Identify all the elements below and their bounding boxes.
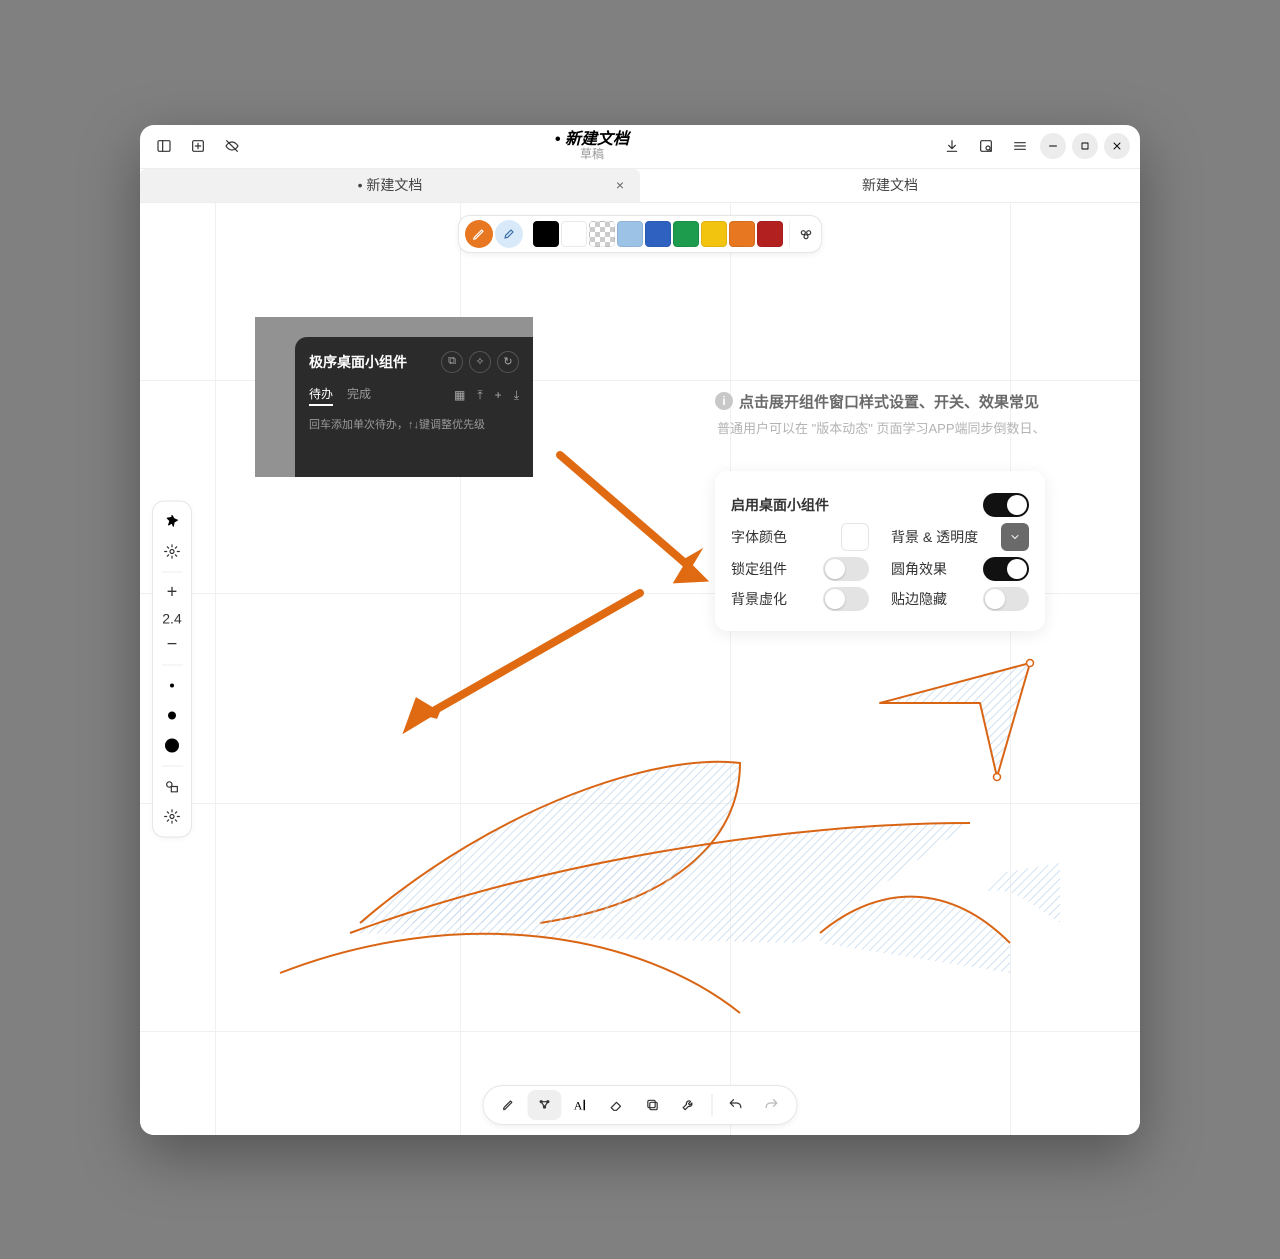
zoom-value: 2.4 [162, 608, 181, 628]
select-tool-button[interactable] [528, 1090, 562, 1120]
background-label: 背景 & 透明度 [891, 527, 978, 547]
app-window: 新建文档 草稿 • 新建文档 [140, 125, 1140, 1135]
stroke-size-large[interactable] [157, 731, 187, 759]
color-swatch-yellow[interactable] [701, 221, 727, 247]
widget-tab-pending: 待办 [309, 385, 333, 406]
color-toolbar [458, 215, 822, 253]
pin-button[interactable] [157, 507, 187, 535]
tab-document-1[interactable]: • 新建文档 × [140, 169, 640, 202]
pencil-tool-button[interactable] [465, 220, 493, 248]
round-toggle[interactable] [983, 557, 1029, 581]
stroke-size-small[interactable] [157, 671, 187, 699]
tab-label: • 新建文档 [358, 175, 423, 195]
settings-pin-button[interactable] [157, 537, 187, 565]
preview-button[interactable] [972, 132, 1000, 160]
grid-line [140, 1031, 1140, 1032]
color-swatch-orange[interactable] [729, 221, 755, 247]
pin-icon: ✧ [469, 351, 491, 373]
color-swatch-green[interactable] [673, 221, 699, 247]
eraser-tool-button[interactable] [600, 1090, 634, 1120]
lock-label: 锁定组件 [731, 559, 787, 579]
enable-widget-label: 启用桌面小组件 [731, 495, 829, 515]
undo-button[interactable] [719, 1090, 753, 1120]
enable-widget-toggle[interactable] [983, 493, 1029, 517]
settings-button[interactable] [157, 802, 187, 830]
upload-icon: ⤒ [477, 388, 482, 403]
calendar-icon: ▦ [454, 388, 465, 403]
shapes-button[interactable] [157, 772, 187, 800]
maximize-window-button[interactable] [1072, 133, 1098, 159]
title-bar: 新建文档 草稿 [140, 125, 1140, 169]
menu-button[interactable] [1006, 132, 1034, 160]
grid-line [215, 203, 216, 1135]
zoom-in-button[interactable]: + [157, 578, 187, 606]
panel-toggle-button[interactable] [150, 132, 178, 160]
highlighter-tool-button[interactable] [495, 220, 523, 248]
color-swatch-red[interactable] [757, 221, 783, 247]
info-icon: i [715, 392, 733, 410]
svg-text:A: A [574, 1098, 583, 1112]
document-title: 新建文档 [246, 131, 938, 149]
font-color-label: 字体颜色 [731, 527, 787, 547]
dockhide-toggle[interactable] [983, 587, 1029, 611]
bottom-toolbar: A [483, 1085, 798, 1125]
color-picker-button[interactable] [789, 221, 815, 247]
close-window-button[interactable] [1104, 133, 1130, 159]
grid-line [730, 203, 731, 1135]
widget-tab-done: 完成 [347, 385, 371, 406]
info-headline: 点击展开组件窗口样式设置、开关、效果常见 [739, 391, 1039, 412]
background-dropdown[interactable] [1001, 523, 1029, 551]
widget-card: 极序桌面小组件 ⧉ ✧ ↻ 待办 完成 ▦ ⤒ + ⤓ [295, 337, 533, 477]
info-banner: i 点击展开组件窗口样式设置、开关、效果常见 普通用户可以在 "版本动态" 页面… [715, 391, 1093, 437]
tab-document-2[interactable]: 新建文档 [640, 169, 1140, 202]
duplicate-button[interactable] [636, 1090, 670, 1120]
color-swatch-blue[interactable] [645, 221, 671, 247]
redo-button[interactable] [755, 1090, 789, 1120]
plus-icon: + [495, 388, 502, 403]
download-button[interactable] [938, 132, 966, 160]
widget-header-icons: ⧉ ✧ ↻ [441, 351, 519, 373]
lock-toggle[interactable] [823, 557, 869, 581]
color-swatch-lightblue[interactable] [617, 221, 643, 247]
tools-button[interactable] [672, 1090, 706, 1120]
stroke-size-medium[interactable] [157, 701, 187, 729]
embedded-image-widget[interactable]: 极序桌面小组件 ⧉ ✧ ↻ 待办 完成 ▦ ⤒ + ⤓ [255, 317, 533, 477]
dockhide-label: 贴边隐藏 [891, 589, 947, 609]
font-color-picker[interactable] [841, 523, 869, 551]
visibility-button[interactable] [218, 132, 246, 160]
brush-tool-button[interactable] [492, 1090, 526, 1120]
text-tool-button[interactable]: A [564, 1090, 598, 1120]
settings-panel[interactable]: 启用桌面小组件 字体颜色 背景 & 透明度 锁定组件 [715, 471, 1045, 631]
widget-title: 极序桌面小组件 [309, 352, 407, 372]
round-label: 圆角效果 [891, 559, 947, 579]
tab-close-button[interactable]: × [610, 175, 630, 195]
info-subtext: 普通用户可以在 "版本动态" 页面学习APP端同步倒数日、 [717, 418, 1093, 437]
widget-note: 回车添加单次待办，↑↓键调整优先级 [309, 416, 519, 432]
tab-strip: • 新建文档 × 新建文档 [140, 169, 1140, 203]
color-swatch-transparent[interactable] [589, 221, 615, 247]
document-subtitle: 草稿 [246, 148, 938, 161]
zoom-out-button[interactable]: − [157, 630, 187, 658]
grid-line [140, 803, 1140, 804]
tab-label: 新建文档 [862, 175, 918, 195]
blur-label: 背景虚化 [731, 589, 787, 609]
new-document-button[interactable] [184, 132, 212, 160]
color-swatch-black[interactable] [533, 221, 559, 247]
left-dock: + 2.4 − [152, 500, 192, 837]
copy-icon: ⧉ [441, 351, 463, 373]
canvas-area[interactable]: + 2.4 − 极序桌面小组件 ⧉ ✧ [140, 203, 1140, 1135]
download-icon: ⤓ [514, 388, 519, 403]
minimize-window-button[interactable] [1040, 133, 1066, 159]
grid-line [1010, 203, 1011, 1135]
color-swatch-white[interactable] [561, 221, 587, 247]
refresh-icon: ↻ [497, 351, 519, 373]
blur-toggle[interactable] [823, 587, 869, 611]
